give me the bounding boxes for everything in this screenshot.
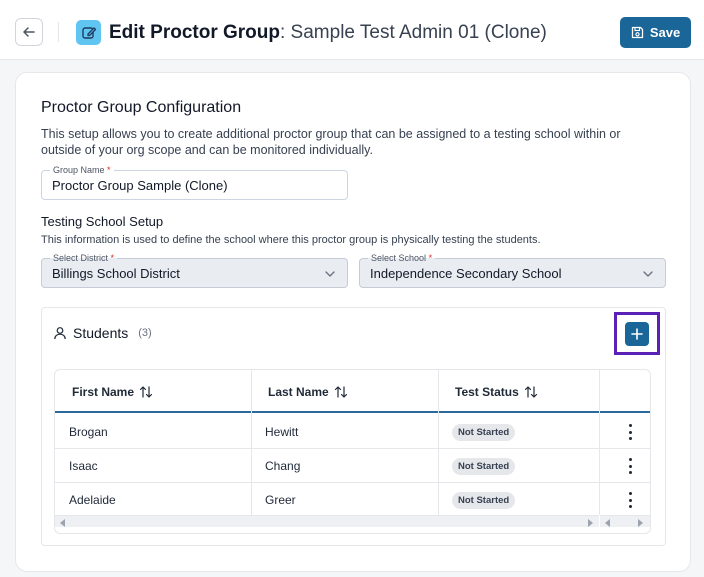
- add-student-highlight: [614, 312, 660, 355]
- save-icon: [631, 26, 643, 39]
- horizontal-scrollbar[interactable]: [55, 515, 599, 527]
- table-row: Adelaide Greer Not Started: [55, 483, 650, 517]
- page-title: Edit Proctor Group: Sample Test Admin 01…: [109, 20, 547, 45]
- back-button[interactable]: [15, 18, 43, 46]
- page-title-bold: Edit Proctor Group: [109, 22, 280, 43]
- students-header: Students (3): [53, 325, 152, 341]
- edit-icon: [76, 20, 101, 45]
- school-setup-title: Testing School Setup: [41, 214, 164, 229]
- kebab-menu-icon[interactable]: [628, 492, 632, 508]
- column-first-name[interactable]: First Name: [72, 370, 153, 413]
- first-name-cell: Adelaide: [69, 493, 116, 507]
- district-value: Billings School District: [52, 266, 180, 281]
- sort-icon[interactable]: [139, 385, 153, 399]
- header-divider: [58, 22, 59, 42]
- configuration-card: Proctor Group Configuration This setup a…: [15, 72, 691, 572]
- students-label: Students: [73, 325, 129, 341]
- status-badge: Not Started: [452, 491, 516, 509]
- scroll-right-icon[interactable]: [588, 519, 593, 527]
- chevron-down-icon: [325, 271, 335, 277]
- students-table: First Name Last Name Test Status Brogan …: [54, 369, 651, 534]
- plus-icon: [631, 327, 643, 340]
- save-button[interactable]: Save: [620, 17, 691, 48]
- scroll-left-icon[interactable]: [605, 519, 610, 527]
- school-setup-description: This information is used to define the s…: [41, 234, 541, 246]
- status-badge: Not Started: [452, 423, 516, 441]
- table-header: First Name Last Name Test Status: [55, 370, 650, 413]
- save-button-label: Save: [649, 25, 681, 40]
- kebab-menu-icon[interactable]: [628, 458, 632, 474]
- status-badge: Not Started: [452, 457, 516, 475]
- horizontal-scrollbar-frozen[interactable]: [600, 515, 650, 527]
- add-student-button[interactable]: [625, 321, 649, 346]
- school-value: Independence Secondary School: [370, 266, 562, 281]
- district-select[interactable]: Select District * Billings School Distri…: [41, 252, 348, 288]
- table-row: Isaac Chang Not Started: [55, 449, 650, 483]
- school-select[interactable]: Select School * Independence Secondary S…: [359, 252, 666, 288]
- config-title: Proctor Group Configuration: [41, 99, 242, 116]
- sort-icon[interactable]: [524, 385, 538, 399]
- sort-icon[interactable]: [334, 385, 348, 399]
- last-name-cell: Hewitt: [265, 425, 299, 439]
- first-name-cell: Brogan: [69, 425, 108, 439]
- scroll-left-icon[interactable]: [60, 519, 65, 527]
- last-name-cell: Greer: [265, 493, 296, 507]
- scroll-right-icon[interactable]: [638, 519, 643, 527]
- kebab-menu-icon[interactable]: [628, 424, 632, 440]
- first-name-cell: Isaac: [69, 459, 98, 473]
- group-name-field[interactable]: Group Name * Proctor Group Sample (Clone…: [41, 164, 348, 200]
- column-last-name-label: Last Name: [268, 384, 329, 399]
- students-panel: Students (3) First Name Last Name Test S…: [41, 307, 666, 546]
- column-first-name-label: First Name: [72, 384, 135, 399]
- column-test-status[interactable]: Test Status: [455, 370, 538, 413]
- table-row: Brogan Hewitt Not Started: [55, 415, 650, 449]
- last-name-cell: Chang: [265, 459, 301, 473]
- students-count: (3): [138, 327, 152, 339]
- page-title-rest: : Sample Test Admin 01 (Clone): [280, 22, 547, 43]
- page-header: Edit Proctor Group: Sample Test Admin 01…: [0, 0, 704, 60]
- group-name-value: Proctor Group Sample (Clone): [52, 178, 228, 193]
- column-last-name[interactable]: Last Name: [268, 370, 348, 413]
- config-description: This setup allows you to create addition…: [41, 127, 621, 157]
- user-icon: [54, 327, 66, 340]
- column-test-status-label: Test Status: [455, 384, 519, 399]
- chevron-down-icon: [643, 271, 653, 277]
- arrow-left-icon: [23, 27, 35, 37]
